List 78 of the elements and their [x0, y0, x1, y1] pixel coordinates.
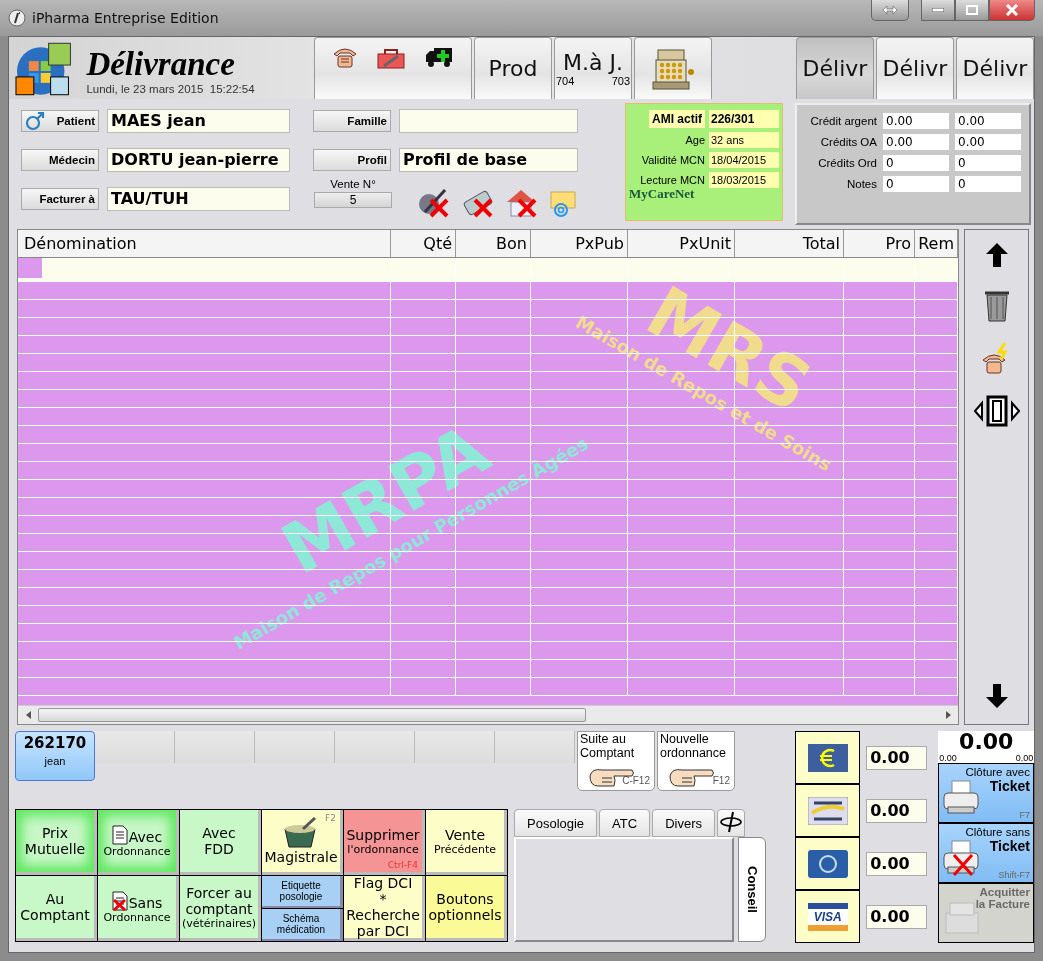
column-header[interactable]: PxPub [531, 230, 628, 257]
action-button[interactable]: Boutons optionnels [426, 876, 507, 941]
vertical-tab[interactable]: Conseil [738, 837, 766, 942]
credit-value: 0 [955, 176, 1021, 192]
action-button[interactable]: Forcer au comptant (vétérinaires) [180, 876, 261, 941]
column-header[interactable]: Rem [915, 230, 958, 257]
action-button[interactable]: Schéma médication [262, 909, 343, 941]
credit-value: 0 [955, 155, 1021, 171]
info-label: Validité MCN [641, 154, 705, 166]
action-button[interactable]: Prix Mutuelle [16, 810, 97, 875]
tab[interactable]: Prod [474, 37, 552, 99]
column-header[interactable]: Total [735, 230, 844, 257]
credit-label: Notes [845, 178, 877, 190]
credit-label: Crédit argent [809, 115, 877, 127]
info-label: Age [685, 134, 705, 146]
column-header[interactable]: PxUnit [628, 230, 735, 257]
text-field[interactable]: MAES jean [107, 109, 290, 133]
action-button[interactable]: Avec Ordonnance [98, 810, 179, 875]
tab[interactable]: Délivr [796, 37, 874, 99]
tab[interactable]: Délivr [956, 37, 1034, 99]
field-label-button[interactable]: Famille [313, 110, 391, 132]
field-label-button[interactable]: Profil [313, 149, 391, 171]
action-button[interactable]: Au Comptant [16, 876, 97, 941]
visa-card-logo: VISA [807, 902, 848, 931]
date-time: Lundi, le 23 mars 2015 15:22:54 [86, 83, 256, 95]
credit-value: 0 [883, 155, 949, 171]
payment-method-button[interactable]: VISA [795, 890, 861, 943]
action-button[interactable]: Flag DCI * Recherche par DCI [344, 876, 425, 941]
field-label-button[interactable]: Facturer à [21, 188, 99, 210]
amount-field[interactable]: 0.00 [866, 798, 928, 823]
info-label: Lecture MCN [640, 174, 705, 186]
info-label: AMI actif [649, 110, 705, 128]
info-value: 18/03/2015 [709, 172, 779, 188]
info-value: 32 ans [709, 132, 779, 148]
subtotal: 0.00 [939, 753, 957, 763]
text-field[interactable]: TAU/TUH [107, 187, 290, 211]
sale-number-label: Vente N° [330, 178, 376, 190]
customer-tab[interactable]: 262170 jean [15, 731, 95, 781]
sale-number: 5 [314, 192, 392, 208]
column-header[interactable]: Bon [456, 230, 531, 257]
checkout-button[interactable]: Clôture avec Ticket F7 [938, 763, 1034, 823]
field-label-button[interactable]: Patient [21, 110, 99, 132]
subtotal: 0.00 [1015, 753, 1034, 763]
checkout-button[interactable]: Clôture sans Ticket Shift-F7 [938, 823, 1034, 883]
column-header[interactable]: Pro [844, 230, 915, 257]
text-field[interactable]: Profil de base [399, 148, 578, 172]
amount-field[interactable]: 0.00 [866, 904, 928, 929]
total-amount: 0.00 [959, 731, 1014, 753]
text-field[interactable]: DORTU jean-pierre [107, 148, 290, 172]
tab[interactable]: M.à J. 704 703 [554, 37, 632, 99]
amount-field[interactable]: 0.00 [866, 851, 928, 876]
credit-value: 0.00 [955, 113, 1021, 129]
column-header[interactable]: Qté [391, 230, 456, 257]
credit-value: 0.00 [955, 134, 1021, 150]
credit-label: Crédits OA [819, 136, 877, 148]
field-label-button[interactable]: Médecin [21, 149, 99, 171]
tab[interactable]: Posologie [514, 809, 598, 837]
info-value: 18/04/2015 [709, 152, 779, 168]
action-button[interactable]: Avec FDD [180, 810, 261, 875]
prescription-button[interactable]: Suite au Comptant C-F12 [577, 731, 655, 791]
action-button[interactable]: Sans Ordonnance [98, 876, 179, 941]
action-button[interactable]: Vente Précédente [426, 810, 507, 875]
tab[interactable]: ATC [599, 809, 651, 837]
mycarenet-logo: MyCareNet [629, 186, 696, 202]
column-header[interactable]: Dénomination [18, 230, 391, 257]
tab[interactable]: Divers [652, 809, 715, 837]
prescription-button[interactable]: Nouvelle ordonnance F12 [657, 731, 735, 791]
credit-value: 0.00 [883, 113, 949, 129]
page-title: Délivrance [86, 45, 236, 83]
tab[interactable]: Délivr [876, 37, 954, 99]
amount-field[interactable]: 0.00 [866, 745, 928, 770]
window-title: iPharma Entreprise Edition [32, 10, 219, 26]
credit-label: Crédits Ord [817, 157, 877, 169]
action-button[interactable]: Supprimer l'ordonnance Ctrl-F4 [344, 810, 425, 875]
credit-value: 0.00 [883, 134, 949, 150]
credit-value: 0 [883, 176, 949, 192]
action-button[interactable]: Etiquette posologie [262, 876, 343, 908]
info-value: 226/301 [709, 110, 779, 128]
